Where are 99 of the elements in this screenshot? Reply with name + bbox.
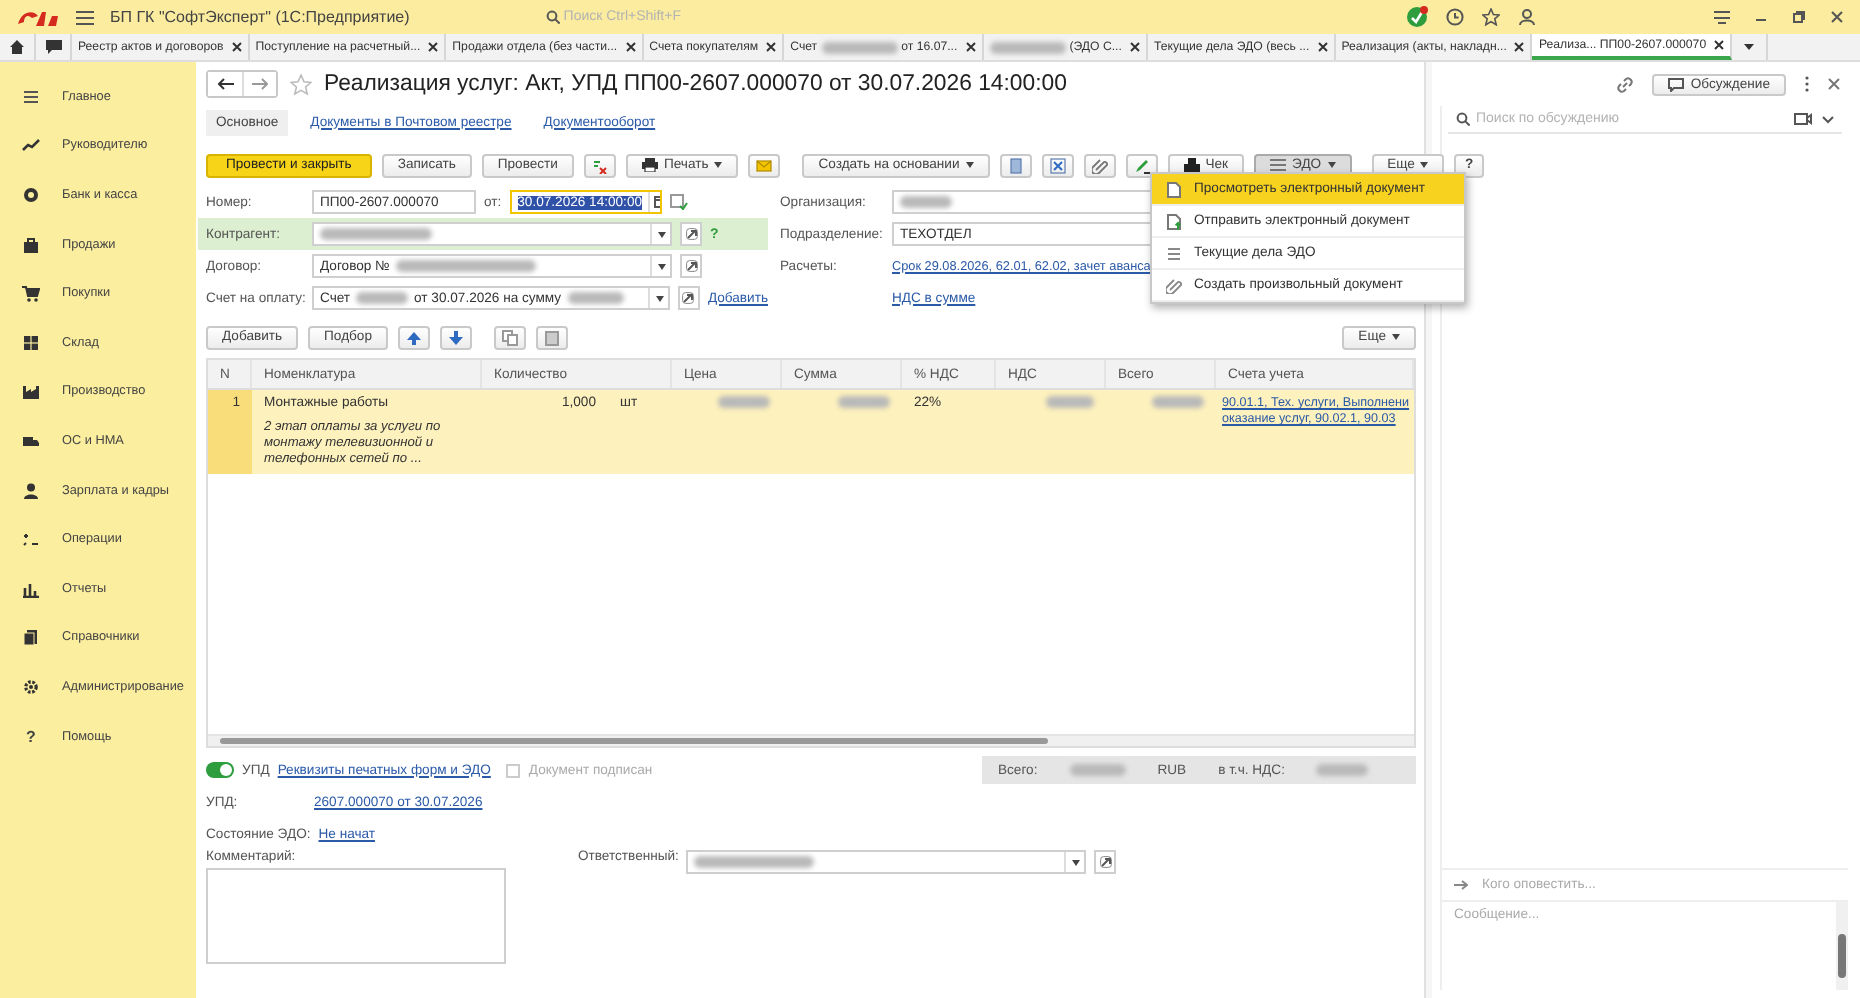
arrow-left-icon [217, 78, 233, 90]
counterparty-field[interactable] [312, 222, 672, 246]
list-icon [1166, 245, 1182, 261]
clipboard-icon [543, 329, 560, 345]
journal-button[interactable] [583, 153, 616, 177]
home-icon [10, 40, 24, 54]
document-icon [1166, 181, 1182, 197]
restore-icon [1792, 10, 1806, 24]
arrow-down-icon [447, 329, 464, 345]
caret-icon [1071, 859, 1080, 865]
search-icon [1456, 112, 1470, 126]
caret-icon [657, 231, 665, 237]
menu-icon [76, 9, 94, 25]
structure-button[interactable] [1041, 153, 1074, 177]
arrow-right-icon [1454, 880, 1468, 890]
caret-icon [657, 263, 665, 269]
close-icon [1828, 78, 1840, 90]
ledger-icon [591, 157, 608, 173]
chevron-down-icon [1822, 115, 1834, 123]
chat-bubble-icon [45, 40, 61, 54]
document-check-icon [669, 194, 688, 210]
redacted-text [567, 292, 624, 304]
copy-button[interactable] [493, 325, 526, 349]
user-icon [1518, 8, 1536, 26]
link-icon [685, 228, 697, 240]
document-button[interactable] [999, 153, 1032, 177]
caret-icon [1327, 162, 1336, 168]
checkbox[interactable] [506, 763, 521, 777]
open-button[interactable] [678, 286, 700, 310]
sign-button[interactable] [1125, 153, 1158, 177]
cart-icon [22, 284, 40, 303]
document-arrow-icon [1166, 213, 1182, 229]
close-tab-button[interactable] [227, 42, 242, 52]
responsible-field[interactable] [686, 850, 1087, 874]
bar-chart-icon [22, 579, 40, 598]
caret-icon [1392, 334, 1400, 340]
close-tab-button[interactable] [621, 42, 636, 52]
person-icon [22, 481, 40, 500]
structure-icon [1049, 157, 1066, 173]
search-icon [545, 10, 560, 24]
move-up-button[interactable] [397, 325, 430, 349]
gear-icon [22, 677, 40, 696]
arrow-up-icon [405, 329, 422, 345]
copy-icon [501, 329, 518, 345]
document-title: Реализация услуг: Акт, УПД ПП00-2607.000070 от 30.07.2026 14:00:00 [324, 72, 1067, 96]
grid-icon [22, 333, 40, 352]
document-icon [1007, 157, 1024, 173]
link-icon [685, 260, 697, 272]
coin-icon [22, 185, 40, 204]
cash-register-icon [1183, 158, 1200, 172]
window-title: БП ГК "СофтЭксперт" (1С:Предприятие) [110, 8, 410, 26]
close-tab-button[interactable] [1313, 42, 1328, 52]
menu-icon [22, 87, 40, 106]
vertical-scrollbar[interactable] [1836, 902, 1848, 990]
paperclip-icon [1166, 277, 1182, 293]
envelope-button[interactable] [748, 153, 781, 177]
logo-icon [16, 7, 60, 27]
link-icon [1099, 856, 1112, 868]
envelope-icon [756, 157, 773, 173]
link-icon [682, 292, 695, 304]
pen-icon [1133, 157, 1150, 173]
history-icon [1446, 8, 1464, 26]
help-icon: ? [26, 727, 36, 746]
printer-icon [641, 158, 658, 172]
trend-icon [22, 136, 40, 155]
link-icon [1616, 75, 1635, 93]
factory-icon [22, 382, 40, 401]
arrow-right-icon [252, 78, 268, 90]
notification-icon [1406, 6, 1428, 28]
open-button[interactable] [680, 254, 702, 278]
close-tab-button[interactable] [424, 42, 439, 52]
caret-icon [1420, 162, 1429, 168]
paperclip-icon [1091, 157, 1108, 173]
comment-field[interactable] [206, 868, 506, 964]
books-icon [22, 628, 40, 647]
close-tab-button[interactable] [1125, 42, 1140, 52]
open-button[interactable] [680, 222, 702, 246]
close-tab-button[interactable] [1710, 40, 1725, 50]
video-camera-icon [1794, 112, 1812, 126]
caret-icon [1744, 44, 1755, 50]
move-down-button[interactable] [439, 325, 472, 349]
close-tab-button[interactable] [961, 42, 976, 52]
settings-lines-icon [1714, 10, 1730, 24]
caret-icon [965, 162, 974, 168]
attach-button[interactable] [1083, 153, 1116, 177]
open-button[interactable] [1094, 850, 1117, 874]
caret-icon [714, 162, 723, 168]
paste-button[interactable] [535, 325, 568, 349]
more-vertical-icon [1804, 76, 1810, 92]
close-tab-button[interactable] [1510, 42, 1525, 52]
chat-bubble-icon [1668, 77, 1685, 91]
close-icon [1830, 10, 1844, 24]
caret-icon [655, 295, 663, 301]
list-icon [1270, 158, 1287, 172]
close-tab-button[interactable] [762, 42, 777, 52]
horizontal-scrollbar[interactable] [208, 734, 1414, 746]
bag-icon [22, 235, 40, 254]
star-icon [1482, 8, 1500, 26]
toggle-switch[interactable] [206, 762, 234, 778]
